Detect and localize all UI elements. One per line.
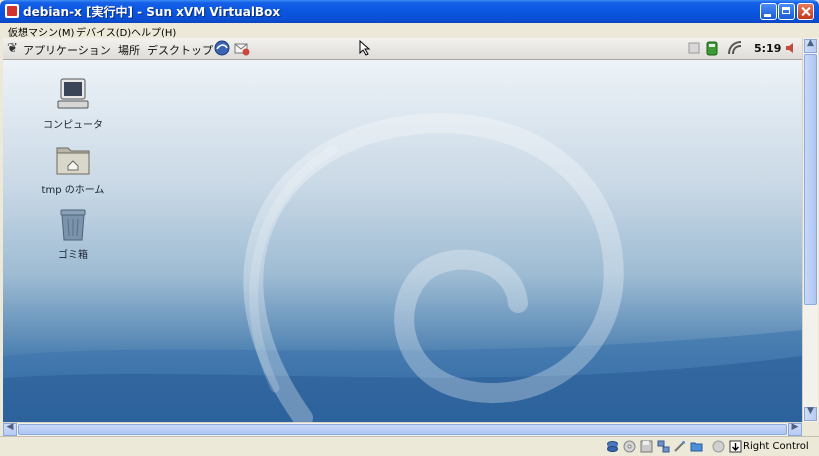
computer-icon xyxy=(57,78,89,109)
virtualbox-app-icon xyxy=(5,4,19,18)
mouse-integration-icon[interactable] xyxy=(729,440,742,453)
mouse-pointer-icon xyxy=(359,40,371,56)
window-title: debian-x [実行中] - Sun xVM VirtualBox xyxy=(23,5,281,19)
scroll-down-button[interactable]: ▼ xyxy=(804,406,817,421)
desktop-icon-label: ゴミ箱 xyxy=(58,250,88,261)
network-adapter-icon[interactable] xyxy=(657,440,670,453)
menu-devices[interactable]: デバイス(D) xyxy=(76,24,131,39)
menu-help[interactable]: ヘルプ(H) xyxy=(131,24,176,39)
gnome-foot-icon[interactable]: ❦ xyxy=(7,41,18,56)
mail-client-icon[interactable] xyxy=(234,40,250,56)
debian-swirl-wallpaper xyxy=(3,113,802,422)
volume-icon[interactable] xyxy=(784,40,800,56)
vertical-scrollbar[interactable]: ▲ ▼ xyxy=(802,38,818,422)
vbox-status-bar: Right Control xyxy=(0,436,819,456)
maximize-button[interactable] xyxy=(778,3,795,20)
usb-icon[interactable] xyxy=(673,440,686,453)
virtualization-icon[interactable] xyxy=(712,440,725,453)
horizontal-scroll-thumb[interactable] xyxy=(18,424,787,435)
gnome-top-panel: ❦ アプリケーション 場所 デスクトップ 5:19 xyxy=(3,38,802,60)
shared-folders-icon[interactable] xyxy=(690,440,703,453)
close-button[interactable] xyxy=(797,3,814,20)
update-notifier-icon[interactable] xyxy=(704,40,720,56)
panel-menu-desktop[interactable]: デスクトップ xyxy=(147,42,213,58)
guest-desktop[interactable]: ❦ アプリケーション 場所 デスクトップ 5:19 コンピュータ tmp のホー… xyxy=(3,38,802,422)
web-browser-icon[interactable] xyxy=(214,40,230,56)
hard-disk-icon[interactable] xyxy=(606,440,619,453)
horizontal-scrollbar[interactable]: ◀ ▶ xyxy=(3,422,802,437)
menu-machine[interactable]: 仮想マシン(M) xyxy=(8,24,74,39)
desktop-icon-label: tmp のホーム xyxy=(41,185,105,196)
trash-icon xyxy=(60,209,86,241)
vbox-menu-bar: 仮想マシン(M) デバイス(D) ヘルプ(H) xyxy=(3,23,816,39)
floppy-icon[interactable] xyxy=(640,440,653,453)
home-folder-icon xyxy=(56,147,90,175)
vertical-scroll-thumb[interactable] xyxy=(804,54,817,305)
scroll-left-button[interactable]: ◀ xyxy=(3,422,17,436)
title-bar[interactable]: debian-x [実行中] - Sun xVM VirtualBox xyxy=(0,0,819,23)
network-status-icon[interactable] xyxy=(727,40,743,56)
virtualbox-window: debian-x [実行中] - Sun xVM VirtualBox 仮想マシ… xyxy=(0,0,819,456)
desktop-icon-label: コンピュータ xyxy=(43,120,103,131)
scroll-right-button[interactable]: ▶ xyxy=(788,422,802,436)
host-key-label: Right Control xyxy=(743,441,809,452)
panel-menu-applications[interactable]: アプリケーション xyxy=(23,42,111,58)
panel-menu-places[interactable]: 場所 xyxy=(118,42,140,58)
minimize-button[interactable] xyxy=(760,3,777,20)
panel-clock[interactable]: 5:19 xyxy=(754,42,781,55)
notification-area-icon[interactable] xyxy=(686,40,702,56)
cd-rom-icon[interactable] xyxy=(623,440,636,453)
scroll-up-button[interactable]: ▲ xyxy=(804,38,817,53)
